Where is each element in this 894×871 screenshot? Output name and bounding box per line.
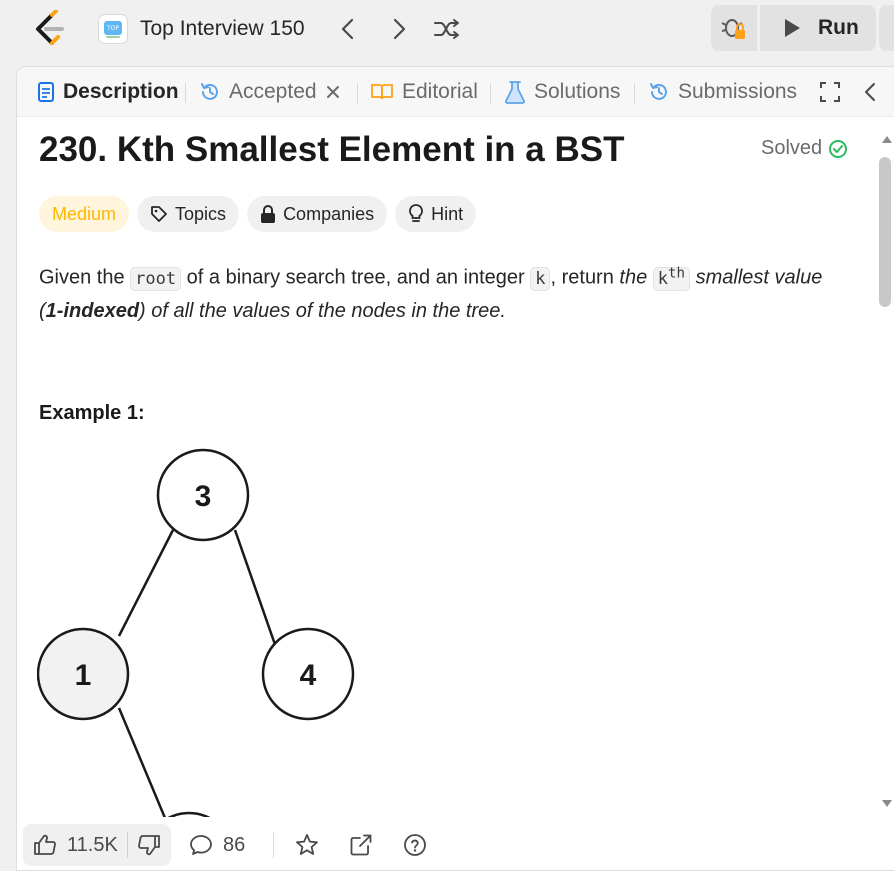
study-plan-thumbnail-icon: TOP [98,14,128,44]
check-circle-icon [829,139,848,158]
tree-edge [117,707,167,818]
tab-label: Submissions [678,80,798,103]
scrollbar-thumb[interactable] [879,157,891,307]
comment-icon [190,835,212,855]
companies-label: Companies [283,203,375,224]
example-tree-diagram: 3 1 4 [37,448,355,818]
study-plan-title: Top Interview 150 [140,17,305,40]
study-plan-button[interactable]: TOP Top Interview 150 [98,12,305,46]
tab-divider [185,83,186,103]
tab-divider [357,83,358,103]
tab-label: Editorial [402,80,478,103]
solved-status: Solved [761,137,848,160]
feedback-button[interactable] [403,825,427,865]
desc-paren: ( [39,299,46,322]
star-icon [296,834,318,855]
problem-description: Given the root of a binary search tree, … [39,257,859,327]
code-k: k [657,268,669,289]
superscript-th: th [668,265,686,281]
lock-icon [261,205,276,223]
description-content: 230. Kth Smallest Element in a BST Solve… [17,118,877,818]
comments-button[interactable]: 86 [189,825,245,865]
bug-lock-icon [721,19,745,39]
shuffle-icon[interactable] [432,14,462,44]
like-button[interactable]: 11.5K [33,825,118,865]
external-link-icon [350,834,372,856]
companies-chip[interactable]: Companies [247,196,388,232]
run-button[interactable]: Run [760,5,876,51]
tag-icon [151,206,167,222]
debug-button[interactable] [711,5,757,51]
bottom-action-bar: 11.5K 86 [17,817,894,870]
next-question-icon[interactable] [384,14,414,44]
leetcode-logo[interactable] [30,9,68,48]
hint-chip[interactable]: Hint [395,196,477,232]
collapse-panel-icon[interactable] [863,67,877,117]
code-root: root [130,266,182,291]
document-icon [38,82,54,102]
desc-emphasis: the [619,266,653,289]
topics-chip[interactable]: Topics [137,196,240,232]
maximize-panel-icon[interactable] [819,67,841,117]
submit-button-edge[interactable] [879,5,894,51]
thumbs-down-icon [138,835,160,856]
close-tab-icon[interactable] [325,84,341,100]
like-count: 11.5K [67,833,118,856]
example-title: Example 1: [39,402,145,424]
topics-label: Topics [175,203,227,224]
tab-submissions[interactable]: Submissions [648,67,797,117]
help-circle-icon [404,834,426,856]
tab-solutions[interactable]: Solutions [504,67,620,117]
tree-node-label: 4 [300,659,317,692]
panel-tabs: Description Accepted Editorial Solutions… [17,67,894,117]
tree-node-label: 3 [195,480,212,513]
lightbulb-icon [409,204,424,222]
code-k-th: kth [652,265,691,291]
tab-label: Solutions [534,80,621,103]
desc-text: , return [550,266,620,289]
tab-divider [490,83,491,103]
thumbs-up-icon [34,834,56,855]
code-k: k [530,266,551,291]
tab-label: Description [63,80,179,103]
tab-label: Accepted [229,80,317,103]
comment-count: 86 [223,833,246,856]
run-label: Run [818,16,859,39]
desc-emphasis: (1-indexed) of all the values of the nod… [39,300,506,322]
tab-editorial[interactable]: Editorial [370,67,478,117]
history-icon [201,83,218,100]
play-icon [785,19,800,37]
tree-edge [117,529,175,637]
tab-description[interactable]: Description [37,67,179,117]
svg-text:TOP: TOP [106,25,119,32]
problem-tags: Medium Topics Companies Hint [39,196,477,232]
bottom-divider [273,832,274,858]
problem-title[interactable]: 230. Kth Smallest Element in a BST [39,130,624,170]
desc-text: of a binary search tree, and an integer [181,266,531,289]
desc-emphasis: smallest value [690,266,823,289]
tree-edge [233,529,281,657]
difficulty-badge: Medium [39,196,130,232]
vote-divider [127,832,128,858]
flask-icon [505,81,525,104]
desc-text: Given the [39,266,131,289]
tab-accepted[interactable]: Accepted [199,67,341,117]
desc-text: ) of all the values of the nodes in the … [139,299,506,322]
dislike-button[interactable] [137,825,161,865]
tab-divider [634,83,635,103]
tree-node-label: 1 [75,659,92,692]
history-icon [650,83,667,100]
share-button[interactable] [349,825,373,865]
top-navbar: TOP Top Interview 150 Run [0,0,894,58]
description-panel: Description Accepted Editorial Solutions… [16,66,894,871]
favorite-button[interactable] [295,825,319,865]
desc-bold: 1-indexed [45,299,140,322]
solved-label: Solved [761,137,823,159]
book-icon [371,84,393,100]
hint-label: Hint [431,203,464,224]
prev-question-icon[interactable] [333,14,363,44]
